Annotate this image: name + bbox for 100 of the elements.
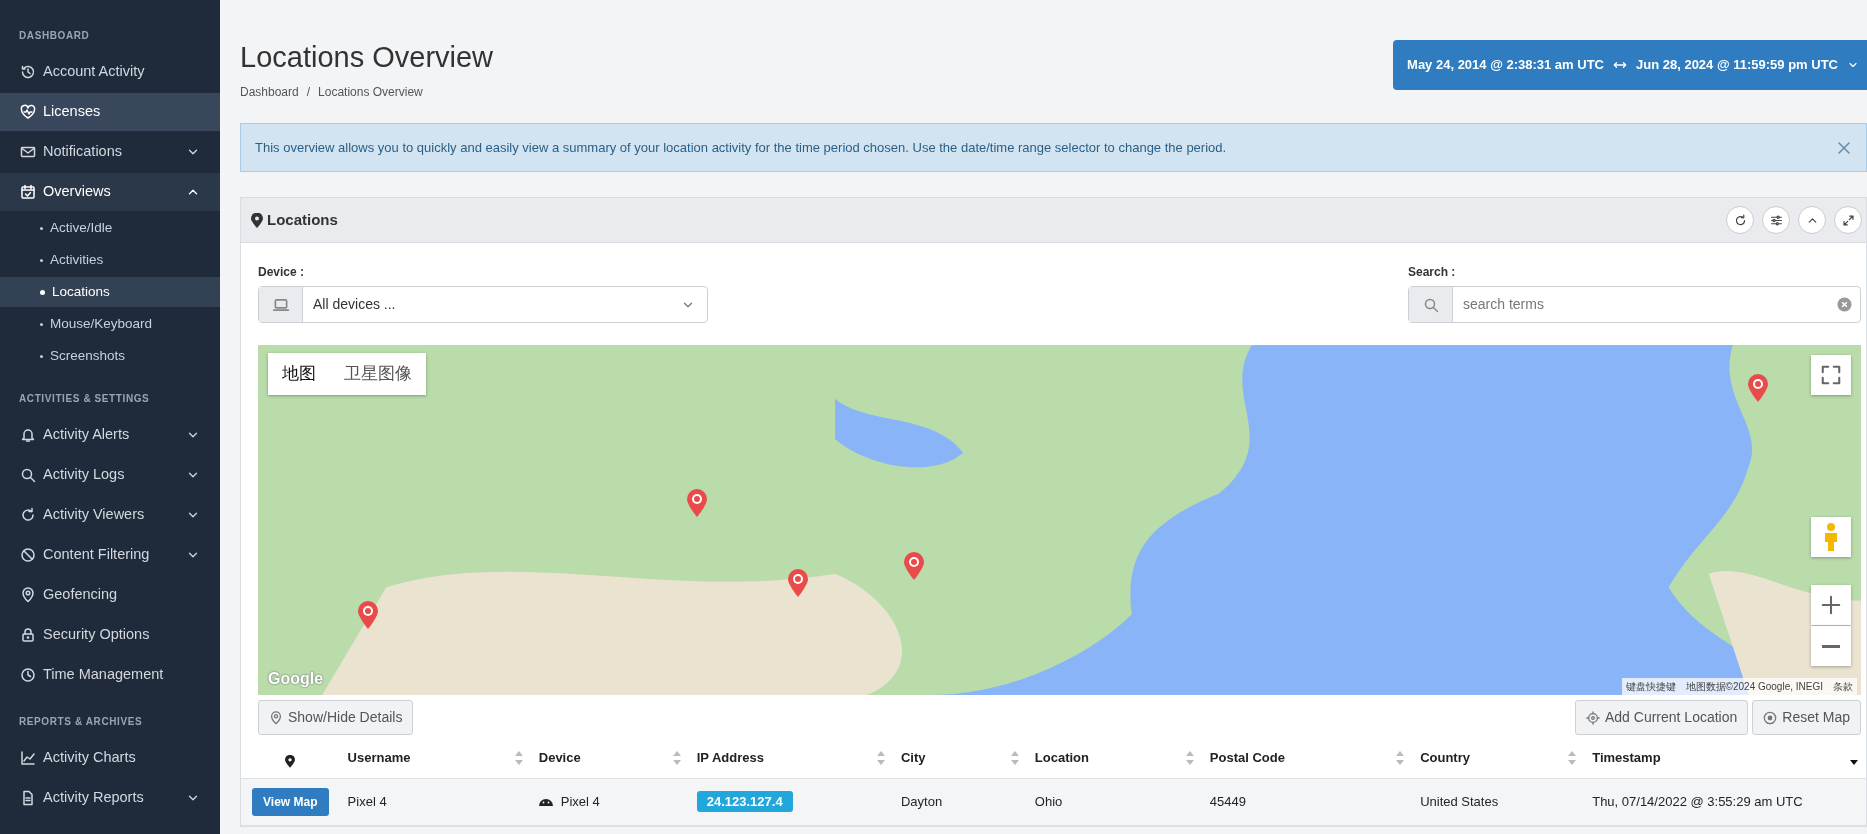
breadcrumb-link[interactable]: Dashboard [240, 82, 299, 101]
card-title: Locations [267, 210, 338, 231]
column-header[interactable]: Postal Code [1209, 748, 1285, 768]
add-location-button[interactable]: Add Current Location [1575, 700, 1749, 736]
column-header[interactable]: Timestamp [1592, 748, 1661, 768]
map-attribution-link[interactable]: 键盘快捷键 [1625, 679, 1676, 695]
map-type-tab[interactable]: 卫星图像 [330, 353, 426, 395]
envelope-icon [20, 144, 36, 160]
sidebar-item[interactable]: Security Options [0, 616, 220, 654]
map-marker-icon[interactable] [687, 488, 708, 517]
sort-icon[interactable] [672, 751, 681, 766]
view-map-button[interactable]: View Map [252, 787, 329, 816]
sidebar-item[interactable]: Account Activity [0, 53, 220, 91]
map-fullscreen-button[interactable] [1811, 355, 1851, 396]
street-view-button[interactable] [1811, 517, 1851, 558]
sidebar-item[interactable]: Activity Charts [0, 739, 220, 777]
refresh-icon [20, 507, 36, 523]
table-cell-text: Pixel 4 [560, 793, 600, 812]
map-marker-icon[interactable] [357, 600, 378, 629]
sidebar-subitem[interactable]: Activities [0, 245, 220, 275]
sort-icon[interactable] [1396, 751, 1405, 766]
search-input[interactable]: search terms [1453, 287, 1837, 323]
map-type-tab[interactable]: 地图 [268, 353, 330, 395]
sidebar-item[interactable]: Content Filtering [0, 536, 220, 574]
sidebar-item[interactable]: Activity Viewers [0, 496, 220, 534]
sidebar-subitem[interactable]: Mouse/Keyboard [0, 309, 220, 339]
plus-icon [1820, 594, 1842, 617]
sidebar-item[interactable]: Activity Logs [0, 456, 220, 494]
ban-icon [20, 547, 36, 563]
close-button[interactable] [1836, 139, 1852, 156]
column-header[interactable]: Country [1420, 748, 1470, 768]
column-header[interactable]: IP Address [696, 748, 764, 768]
device-select[interactable]: All devices ... [258, 286, 708, 324]
details-toggle-button[interactable]: Show/Hide Details [258, 700, 414, 736]
breadcrumb-current: Locations Overview [318, 83, 423, 101]
crosshair-icon [1586, 710, 1600, 725]
search-icon [1422, 296, 1439, 313]
bell-icon [20, 427, 36, 443]
settings-button[interactable] [1762, 206, 1790, 235]
history-icon [20, 64, 36, 80]
sidebar-item[interactable]: Notifications [0, 133, 220, 171]
heart-icon [20, 104, 36, 120]
sidebar-item[interactable]: Time Management [0, 656, 220, 694]
fullscreen-button[interactable] [1834, 206, 1862, 235]
table-cell: United States [1420, 794, 1499, 810]
person-icon [1822, 522, 1840, 553]
section-heading: ACTIVITIES & SETTINGS [18, 392, 151, 406]
search-field[interactable]: search terms [1408, 286, 1861, 324]
table-cell: Pixel 4 [347, 794, 387, 810]
sidebar-subitem[interactable]: Locations [0, 277, 220, 307]
date-range-button[interactable]: May 24, 2014 @ 2:38:31 am UTC Jun 28, 2024 @ 11:59:59 pm UTC [1393, 40, 1867, 90]
column-header[interactable]: Device [538, 748, 581, 768]
sidebar-item[interactable]: Overviews [0, 173, 220, 211]
location-pin-icon [20, 587, 36, 603]
column-header[interactable]: Location [1034, 748, 1089, 768]
map-attribution-link[interactable]: 条款 [1833, 679, 1853, 695]
sort-icon[interactable] [877, 751, 885, 766]
zoom-in-button[interactable] [1811, 585, 1851, 626]
collapse-button[interactable] [1798, 206, 1826, 235]
section-heading: REPORTS & ARCHIVES [18, 715, 144, 729]
lock-icon [20, 627, 36, 643]
refresh-button[interactable] [1726, 206, 1754, 235]
zoom-out-button[interactable] [1811, 626, 1851, 667]
field-label: Device : [258, 264, 306, 282]
column-header[interactable]: Username [347, 748, 411, 768]
sort-icon[interactable] [514, 751, 523, 766]
reset-map-button[interactable]: Reset Map [1752, 700, 1861, 736]
sidebar-subitem[interactable]: Screenshots [0, 341, 220, 371]
sidebar-subitem[interactable]: Active/Idle [0, 213, 220, 243]
map-logo: Google [268, 669, 324, 690]
fullscreen-icon [1820, 364, 1842, 387]
table-cell: Thu, 07/14/2022 @ 3:55:29 am UTC [1592, 794, 1803, 810]
map-marker-icon[interactable] [904, 551, 925, 580]
calendar-check-icon [20, 184, 36, 200]
map-marker-icon[interactable] [1748, 374, 1769, 403]
android-icon [538, 797, 553, 807]
page-title: Locations Overview [240, 40, 494, 75]
column-header[interactable]: City [901, 748, 926, 768]
sidebar-item[interactable]: Geofencing [0, 576, 220, 614]
sort-icon[interactable] [1185, 751, 1194, 766]
sidebar-item[interactable]: Activity Alerts [0, 416, 220, 454]
clear-icon[interactable] [1837, 297, 1852, 313]
map-pin-icon [285, 754, 296, 768]
sliders-icon [1769, 213, 1783, 227]
refresh-icon [1733, 213, 1747, 227]
clock-icon [20, 667, 36, 683]
sort-icon[interactable] [1010, 751, 1019, 766]
field-label: Search : [1408, 264, 1457, 282]
table-cell: Dayton [901, 794, 943, 810]
table-cell: 45449 [1209, 794, 1246, 810]
map-marker-icon[interactable] [788, 569, 809, 598]
sort-icon[interactable] [1568, 751, 1577, 766]
table-cell: Ohio [1034, 794, 1063, 810]
sidebar-item[interactable]: Licenses [0, 93, 220, 131]
sidebar-item[interactable]: Activity Reports [0, 779, 220, 817]
map-attribution-link[interactable]: 地图数据©2024 Google, INEGI [1685, 679, 1823, 695]
breadcrumb-separator: / [306, 83, 311, 101]
line-chart-icon [20, 750, 36, 766]
location-pin-icon [269, 710, 283, 725]
close-icon [1836, 139, 1852, 156]
